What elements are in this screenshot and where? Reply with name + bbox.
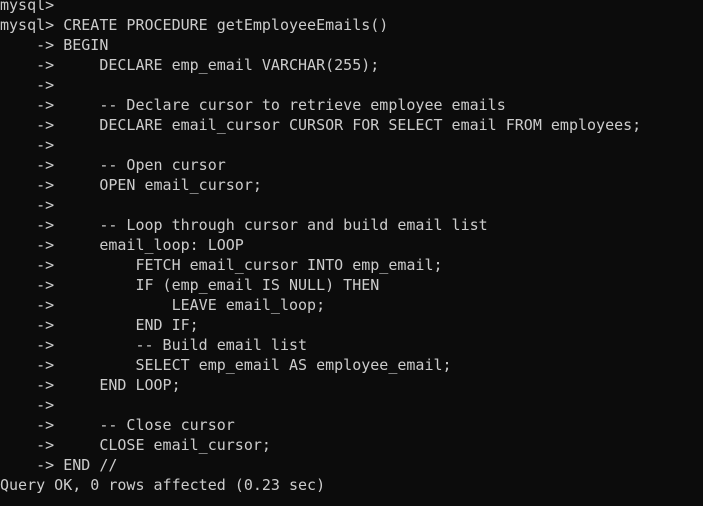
sql-code: FETCH email_cursor INTO emp_email; — [63, 256, 443, 274]
terminal-output: mysql> mysql> CREATE PROCEDURE getEmploy… — [0, 0, 641, 495]
terminal-line: -> — [0, 395, 641, 415]
continuation-prompt: -> — [0, 236, 64, 254]
continuation-prompt: -> — [0, 336, 64, 354]
terminal-line: -> END IF; — [0, 315, 641, 335]
terminal-line: -> END LOOP; — [0, 375, 641, 395]
continuation-prompt: -> — [0, 116, 64, 134]
terminal-line: -> — [0, 75, 641, 95]
sql-code: END IF; — [63, 316, 199, 334]
terminal-line: -> OPEN email_cursor; — [0, 175, 641, 195]
continuation-prompt: -> — [0, 376, 64, 394]
terminal-line: mysql> CREATE PROCEDURE getEmployeeEmail… — [0, 15, 641, 35]
terminal-line: -> — [0, 195, 641, 215]
terminal-line: -> -- Close cursor — [0, 415, 641, 435]
terminal-line: -> -- Loop through cursor and build emai… — [0, 215, 641, 235]
terminal-line: -> LEAVE email_loop; — [0, 295, 641, 315]
sql-code: CLOSE email_cursor; — [63, 436, 271, 454]
terminal-line: -> IF (emp_email IS NULL) THEN — [0, 275, 641, 295]
mysql-prompt: mysql> — [0, 0, 64, 14]
continuation-prompt: -> — [0, 416, 64, 434]
continuation-prompt: -> — [0, 296, 64, 314]
terminal-line: -> FETCH email_cursor INTO emp_email; — [0, 255, 641, 275]
sql-code: DECLARE email_cursor CURSOR FOR SELECT e… — [63, 116, 642, 134]
sql-code: BEGIN — [63, 36, 109, 54]
continuation-prompt: -> — [0, 216, 64, 234]
terminal-line: -> DECLARE email_cursor CURSOR FOR SELEC… — [0, 115, 641, 135]
terminal-line: -> CLOSE email_cursor; — [0, 435, 641, 455]
continuation-prompt: -> — [0, 276, 64, 294]
continuation-prompt: -> — [0, 196, 64, 214]
sql-code: -- Close cursor — [63, 416, 235, 434]
sql-code: CREATE PROCEDURE getEmployeeEmails() — [63, 16, 389, 34]
query-result: Query OK, 0 rows affected (0.23 sec) — [0, 475, 641, 495]
continuation-prompt: -> — [0, 36, 64, 54]
terminal-line: -> email_loop: LOOP — [0, 235, 641, 255]
terminal-line: mysql> — [0, 0, 641, 15]
continuation-prompt: -> — [0, 136, 64, 154]
sql-code: END LOOP; — [63, 376, 181, 394]
continuation-prompt: -> — [0, 456, 64, 474]
query-result-text: Query OK, 0 rows affected (0.23 sec) — [0, 476, 326, 494]
sql-code: -- Build email list — [63, 336, 308, 354]
continuation-prompt: -> — [0, 256, 64, 274]
sql-code: END // — [63, 456, 118, 474]
continuation-prompt: -> — [0, 176, 64, 194]
terminal-line: -> -- Build email list — [0, 335, 641, 355]
continuation-prompt: -> — [0, 156, 64, 174]
sql-code: -- Loop through cursor and build email l… — [63, 216, 488, 234]
continuation-prompt: -> — [0, 356, 64, 374]
continuation-prompt: -> — [0, 96, 64, 114]
continuation-prompt: -> — [0, 316, 64, 334]
sql-code: LEAVE email_loop; — [63, 296, 326, 314]
sql-code: DECLARE emp_email VARCHAR(255); — [63, 56, 380, 74]
continuation-prompt: -> — [0, 396, 64, 414]
terminal-line: -> SELECT emp_email AS employee_email; — [0, 355, 641, 375]
sql-code: SELECT emp_email AS employee_email; — [63, 356, 452, 374]
terminal-line: -> DECLARE emp_email VARCHAR(255); — [0, 55, 641, 75]
continuation-prompt: -> — [0, 436, 64, 454]
sql-code: -- Declare cursor to retrieve employee e… — [63, 96, 506, 114]
sql-code: IF (emp_email IS NULL) THEN — [63, 276, 380, 294]
terminal-window[interactable]: mysql> mysql> CREATE PROCEDURE getEmploy… — [0, 0, 703, 506]
terminal-line: -> -- Declare cursor to retrieve employe… — [0, 95, 641, 115]
mysql-prompt: mysql> — [0, 16, 64, 34]
terminal-line: -> BEGIN — [0, 35, 641, 55]
terminal-line: -> — [0, 135, 641, 155]
continuation-prompt: -> — [0, 76, 64, 94]
terminal-line: -> END // — [0, 455, 641, 475]
sql-code: email_loop: LOOP — [63, 236, 244, 254]
sql-code: -- Open cursor — [63, 156, 226, 174]
sql-code: OPEN email_cursor; — [63, 176, 262, 194]
terminal-line: -> -- Open cursor — [0, 155, 641, 175]
continuation-prompt: -> — [0, 56, 64, 74]
